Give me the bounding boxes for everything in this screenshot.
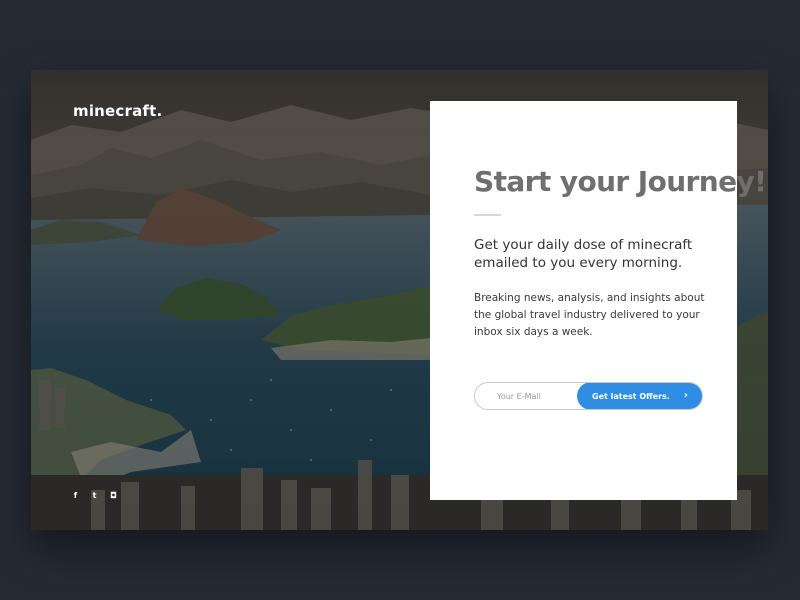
signup-lead: Get your daily dose of minecraft emailed… — [474, 237, 693, 271]
signup-form: Get latest Offers. › — [474, 382, 703, 410]
signup-card: Start your Journey! Get your daily dose … — [430, 101, 767, 500]
get-offers-button[interactable]: Get latest Offers. › — [577, 383, 702, 409]
instagram-icon[interactable]: ◘ — [109, 491, 118, 500]
twitter-icon[interactable]: t — [90, 491, 99, 500]
facebook-icon[interactable]: f — [71, 491, 80, 500]
chevron-right-icon: › — [683, 390, 688, 401]
title-divider — [474, 214, 501, 216]
hero-section: minecraft. f t ◘ Start your Journey! Get… — [31, 70, 768, 530]
signup-title: Start your Journey! — [474, 165, 767, 198]
social-links: f t ◘ — [71, 491, 118, 500]
signup-description: Breaking news, analysis, and insights ab… — [474, 292, 705, 338]
get-offers-label: Get latest Offers. — [592, 391, 670, 401]
brand-logo[interactable]: minecraft. — [73, 102, 162, 120]
